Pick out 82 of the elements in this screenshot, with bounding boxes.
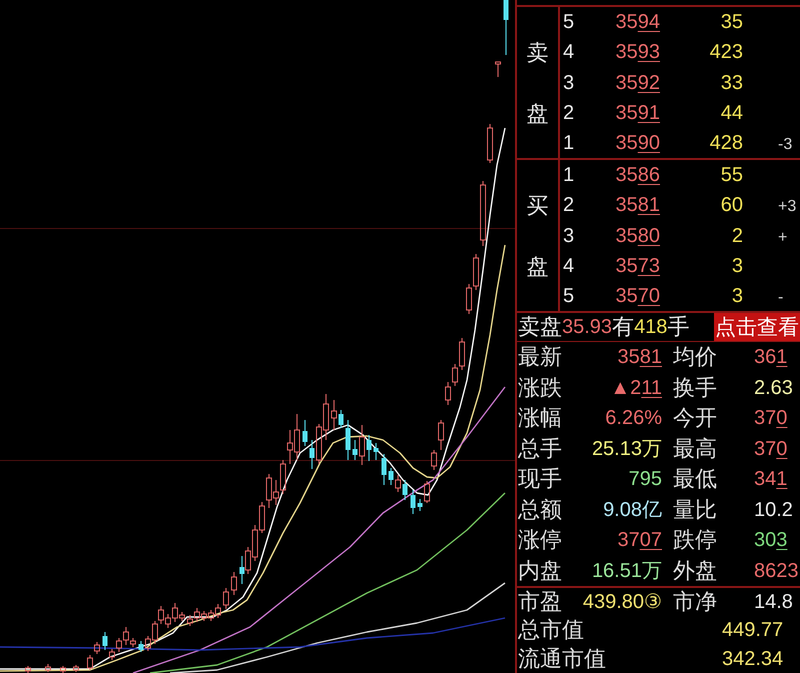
order-price: 3593 <box>616 42 660 62</box>
stat-value: 370 <box>754 407 788 430</box>
order-price: 3570 <box>616 286 660 306</box>
stat-label: 外盘 <box>673 558 717 583</box>
stat-value: 9.08亿 <box>603 500 662 520</box>
stat-value: 3707 <box>618 530 662 550</box>
stat-label: 流通市值 <box>518 646 606 671</box>
order-change: +3 <box>778 198 796 216</box>
summary-label: 卖盘 <box>518 316 562 338</box>
stat-label: 量比 <box>673 496 717 522</box>
order-price: 3573 <box>616 256 660 276</box>
level-number: 5 <box>563 11 574 34</box>
order-price: 3580 <box>616 226 660 246</box>
summary-text: 有 <box>612 316 634 338</box>
order-change: -3 <box>778 136 792 153</box>
stat-value: 14.8 <box>754 591 793 614</box>
stat-value: 439.80③ <box>582 592 662 612</box>
stat-value: 2.63 <box>754 376 793 399</box>
stat-label: 跌停 <box>673 527 717 552</box>
order-volume: 428 <box>710 132 743 153</box>
stat-label: 最高 <box>673 436 717 461</box>
stat-value: ▲211 <box>610 378 662 398</box>
order-change: + <box>778 228 788 246</box>
level-number: 5 <box>563 284 574 307</box>
stat-label: 市盈 <box>518 589 562 614</box>
summary-price: 35.93 <box>562 317 612 337</box>
stat-value: 25.13万 <box>592 438 662 459</box>
stat-label: 涨幅 <box>518 405 562 430</box>
stat-value: 8623 <box>754 560 798 582</box>
stat-label: 总手 <box>518 436 562 461</box>
order-price: 3592 <box>616 72 660 92</box>
stat-value: 341 <box>754 468 788 490</box>
level-number: 1 <box>563 132 574 154</box>
level-number: 1 <box>563 164 574 186</box>
view-details-button[interactable]: 点击查看 <box>714 313 800 341</box>
stat-label: 涨跌 <box>518 374 562 400</box>
order-volume: 3 <box>732 286 743 306</box>
order-price: 3590 <box>616 132 660 153</box>
level-number: 3 <box>563 72 574 94</box>
order-change: - <box>778 288 784 306</box>
summary-unit: 手 <box>667 316 690 338</box>
side-label: 买盘 <box>526 192 548 280</box>
order-price: 3586 <box>616 165 660 186</box>
order-volume: 3 <box>732 256 743 276</box>
stat-label: 涨停 <box>518 527 562 552</box>
order-volume: 60 <box>720 195 743 216</box>
order-volume: 2 <box>732 226 743 246</box>
level-number: 4 <box>563 254 574 277</box>
stat-label: 最新 <box>518 344 562 370</box>
stat-value: 370 <box>754 438 788 460</box>
level-number: 2 <box>563 102 574 124</box>
stat-value: 303 <box>754 529 788 552</box>
stat-value: 3581 <box>618 347 662 368</box>
stat-value: 16.51万 <box>592 560 662 581</box>
order-price: 3591 <box>616 102 660 123</box>
stat-label: 均价 <box>673 344 717 370</box>
stat-label: 总市值 <box>518 617 584 642</box>
summary-volume: 418 <box>634 317 668 337</box>
stat-label: 换手 <box>673 374 717 400</box>
side-label: 卖盘 <box>526 38 548 128</box>
order-volume: 44 <box>720 102 743 123</box>
order-price: 3581 <box>616 195 660 216</box>
order-price: 3594 <box>616 12 660 32</box>
order-volume: 423 <box>710 42 743 62</box>
stat-label: 总额 <box>518 496 562 522</box>
order-volume: 35 <box>720 12 743 32</box>
order-volume: 33 <box>720 72 743 92</box>
stat-value: 10.2 <box>754 498 793 521</box>
stat-label: 现手 <box>518 466 562 492</box>
order-volume: 55 <box>720 165 743 186</box>
stat-label: 内盘 <box>518 558 562 583</box>
stat-label: 今开 <box>673 405 717 430</box>
level-number: 2 <box>563 194 574 216</box>
stat-value: 342.34 <box>722 648 784 669</box>
stat-value: 6.26% <box>605 408 662 428</box>
stat-label: 最低 <box>673 466 717 492</box>
level-number: 3 <box>563 224 574 246</box>
stat-label: 市净 <box>673 589 717 614</box>
stat-value: 361 <box>754 346 788 368</box>
stat-value: 449.77 <box>722 620 784 640</box>
level-number: 4 <box>563 41 574 64</box>
stat-value: 795 <box>628 469 662 490</box>
